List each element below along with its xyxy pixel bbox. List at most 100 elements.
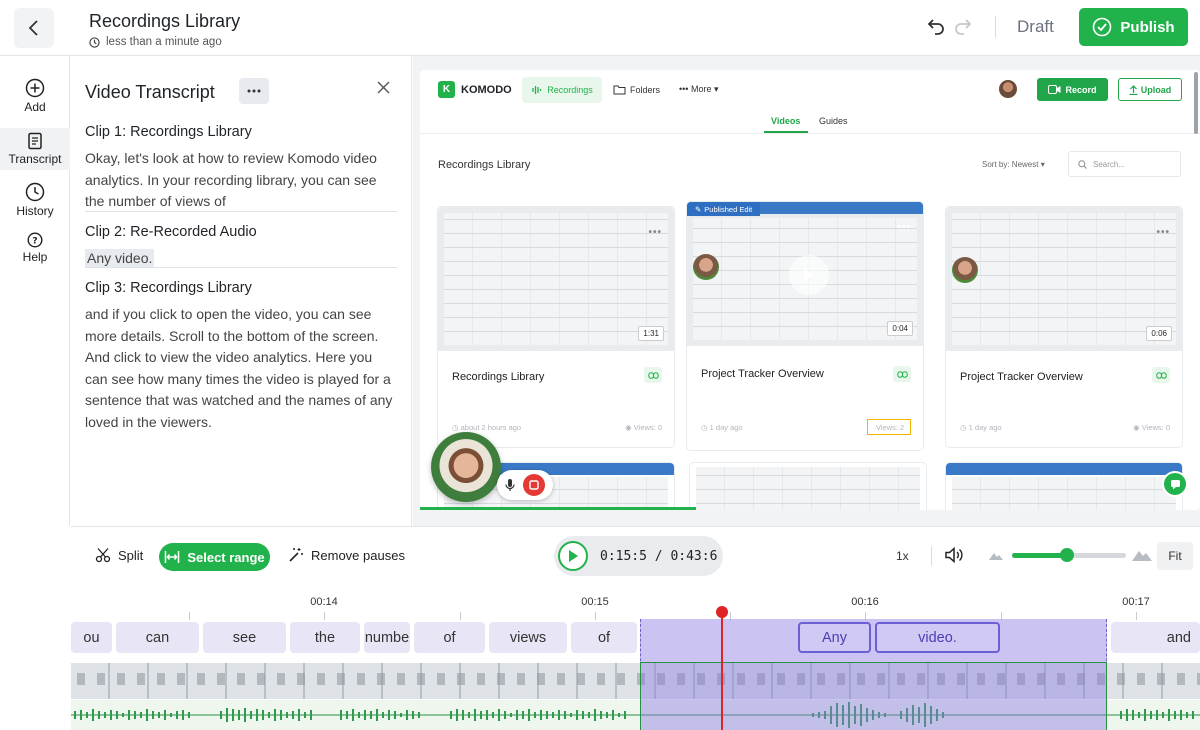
word-chip[interactable]: see: [203, 622, 286, 653]
ruler-label: 00:16: [851, 596, 879, 608]
word-chip[interactable]: ou: [71, 622, 112, 653]
word-chip[interactable]: can: [116, 622, 199, 653]
word-chip[interactable]: of: [571, 622, 637, 653]
magic-wand-icon: [289, 548, 303, 562]
duration-badge: 0:04: [887, 321, 913, 336]
zoom-out-icon[interactable]: [989, 551, 1003, 560]
nav-folders: Folders: [613, 84, 660, 95]
clip-2[interactable]: Clip 2: Re-Recorded Audio Any video.: [85, 224, 397, 270]
zoom-slider-handle[interactable]: [1059, 548, 1074, 562]
fit-button[interactable]: Fit: [1157, 542, 1193, 570]
undo-icon[interactable]: [926, 16, 946, 36]
range-icon: [165, 551, 180, 563]
card-menu-icon: •••: [897, 222, 911, 233]
clip-1[interactable]: Clip 1: Recordings Library Okay, let's l…: [85, 124, 397, 213]
nav-label: Folders: [630, 84, 661, 95]
rail-item-transcript[interactable]: Transcript: [0, 128, 70, 170]
playback-speed-button[interactable]: 1x: [896, 549, 909, 563]
volume-icon[interactable]: [944, 546, 963, 564]
divider: [85, 211, 397, 212]
remove-pauses-label: Remove pauses: [311, 547, 405, 563]
word-chip[interactable]: and: [1111, 622, 1200, 653]
published-badge: ✎ Published Edit: [687, 202, 761, 216]
microphone-icon[interactable]: [505, 478, 515, 492]
divider: [931, 546, 932, 566]
search-placeholder: Search...: [1093, 159, 1126, 169]
nav-label: Recordings: [547, 85, 593, 95]
clip-3[interactable]: Clip 3: Recordings Library and if you cl…: [85, 280, 397, 433]
waveform-icon: [532, 86, 542, 94]
title-block: Recordings Library less than a minute ag…: [89, 11, 240, 48]
publish-button[interactable]: Publish: [1079, 8, 1188, 46]
rail-item-add[interactable]: Add: [0, 78, 70, 118]
video-preview[interactable]: K KOMODO Recordings Folders ••• More ▾ R…: [413, 56, 1200, 526]
upload-button: Upload: [1118, 78, 1182, 101]
search-input: Search...: [1068, 151, 1181, 177]
library-title: Recordings Library: [438, 159, 531, 171]
video-title: Project Tracker Overview: [960, 371, 1083, 383]
play-button[interactable]: [558, 541, 588, 571]
document-icon: [28, 132, 42, 150]
last-saved: less than a minute ago: [89, 36, 240, 48]
word-chip[interactable]: the: [290, 622, 360, 653]
tab-guides: Guides: [819, 116, 848, 126]
video-age-text: about 2 hours ago: [460, 423, 522, 432]
video-age: ◷ 1 day ago: [701, 423, 743, 432]
view-count: ◉ Views: 0: [1133, 423, 1170, 432]
ruler-tick: [595, 612, 596, 620]
playhead[interactable]: [721, 612, 723, 730]
word-chip-selected[interactable]: Any: [798, 622, 871, 653]
chevron-left-icon: [28, 20, 38, 36]
rail-item-help[interactable]: ? Help: [0, 232, 70, 268]
rail-item-label: Add: [24, 100, 46, 114]
word-chip[interactable]: numbe: [364, 622, 410, 653]
chat-icon[interactable]: [1162, 471, 1188, 497]
word-chip[interactable]: views: [489, 622, 567, 653]
word-chip[interactable]: of: [414, 622, 485, 653]
timecode: 0:15:5 / 0:43:6: [600, 548, 718, 564]
ruler-label: 00:15: [581, 596, 609, 608]
ruler-tick: [324, 612, 325, 620]
svg-text:?: ?: [32, 237, 37, 247]
playhead-handle[interactable]: [716, 606, 728, 618]
ruler-label: 00:17: [1122, 596, 1150, 608]
clip-text: Okay, let's look at how to review Komodo…: [85, 150, 377, 209]
ruler-tick: [1136, 612, 1137, 620]
play-icon: [569, 550, 578, 562]
upload-label: Upload: [1140, 84, 1172, 95]
remove-pauses-button[interactable]: Remove pauses: [288, 547, 405, 563]
stop-recording-button[interactable]: [523, 474, 545, 496]
brand-name: KOMODO: [461, 83, 512, 96]
app-nav: K KOMODO Recordings Folders ••• More ▾ R…: [420, 70, 1200, 134]
zoom-slider[interactable]: [1012, 548, 1126, 562]
zoom-in-icon[interactable]: [1132, 548, 1152, 561]
back-button[interactable]: [14, 8, 54, 48]
rail-item-label: History: [16, 204, 54, 218]
logo: K KOMODO: [438, 81, 512, 98]
video-camera-icon: [1048, 85, 1061, 94]
record-label: Record: [1065, 84, 1097, 95]
folder-icon: [613, 85, 626, 95]
redo-icon[interactable]: [953, 16, 973, 36]
presenter-face: [693, 254, 719, 280]
total-time: 0:43:6: [670, 548, 718, 564]
publish-label: Publish: [1120, 18, 1175, 36]
current-time: 0:15:5: [600, 548, 647, 564]
check-circle-icon: [1093, 17, 1112, 37]
split-button[interactable]: Split: [95, 547, 143, 563]
select-range-button[interactable]: Select range: [159, 543, 270, 571]
more-options-button[interactable]: [239, 78, 269, 104]
tab-videos: Videos: [771, 116, 801, 126]
clip-heading: Clip 2: Re-Recorded Audio: [85, 224, 257, 240]
logo-icon: K: [438, 81, 455, 98]
recorded-app-window: K KOMODO Recordings Folders ••• More ▾ R…: [420, 70, 1200, 510]
sort-label: Sort by: Newest: [982, 160, 1039, 169]
rail-item-history[interactable]: History: [0, 182, 70, 222]
select-range-label: Select range: [187, 549, 265, 565]
clock-icon: [89, 36, 100, 48]
scrollbar[interactable]: [1194, 72, 1198, 134]
webcam-bubble[interactable]: [431, 432, 501, 502]
ruler-tick: [460, 612, 461, 620]
close-icon[interactable]: [377, 81, 390, 94]
word-chip-selected[interactable]: video.: [875, 622, 1000, 653]
